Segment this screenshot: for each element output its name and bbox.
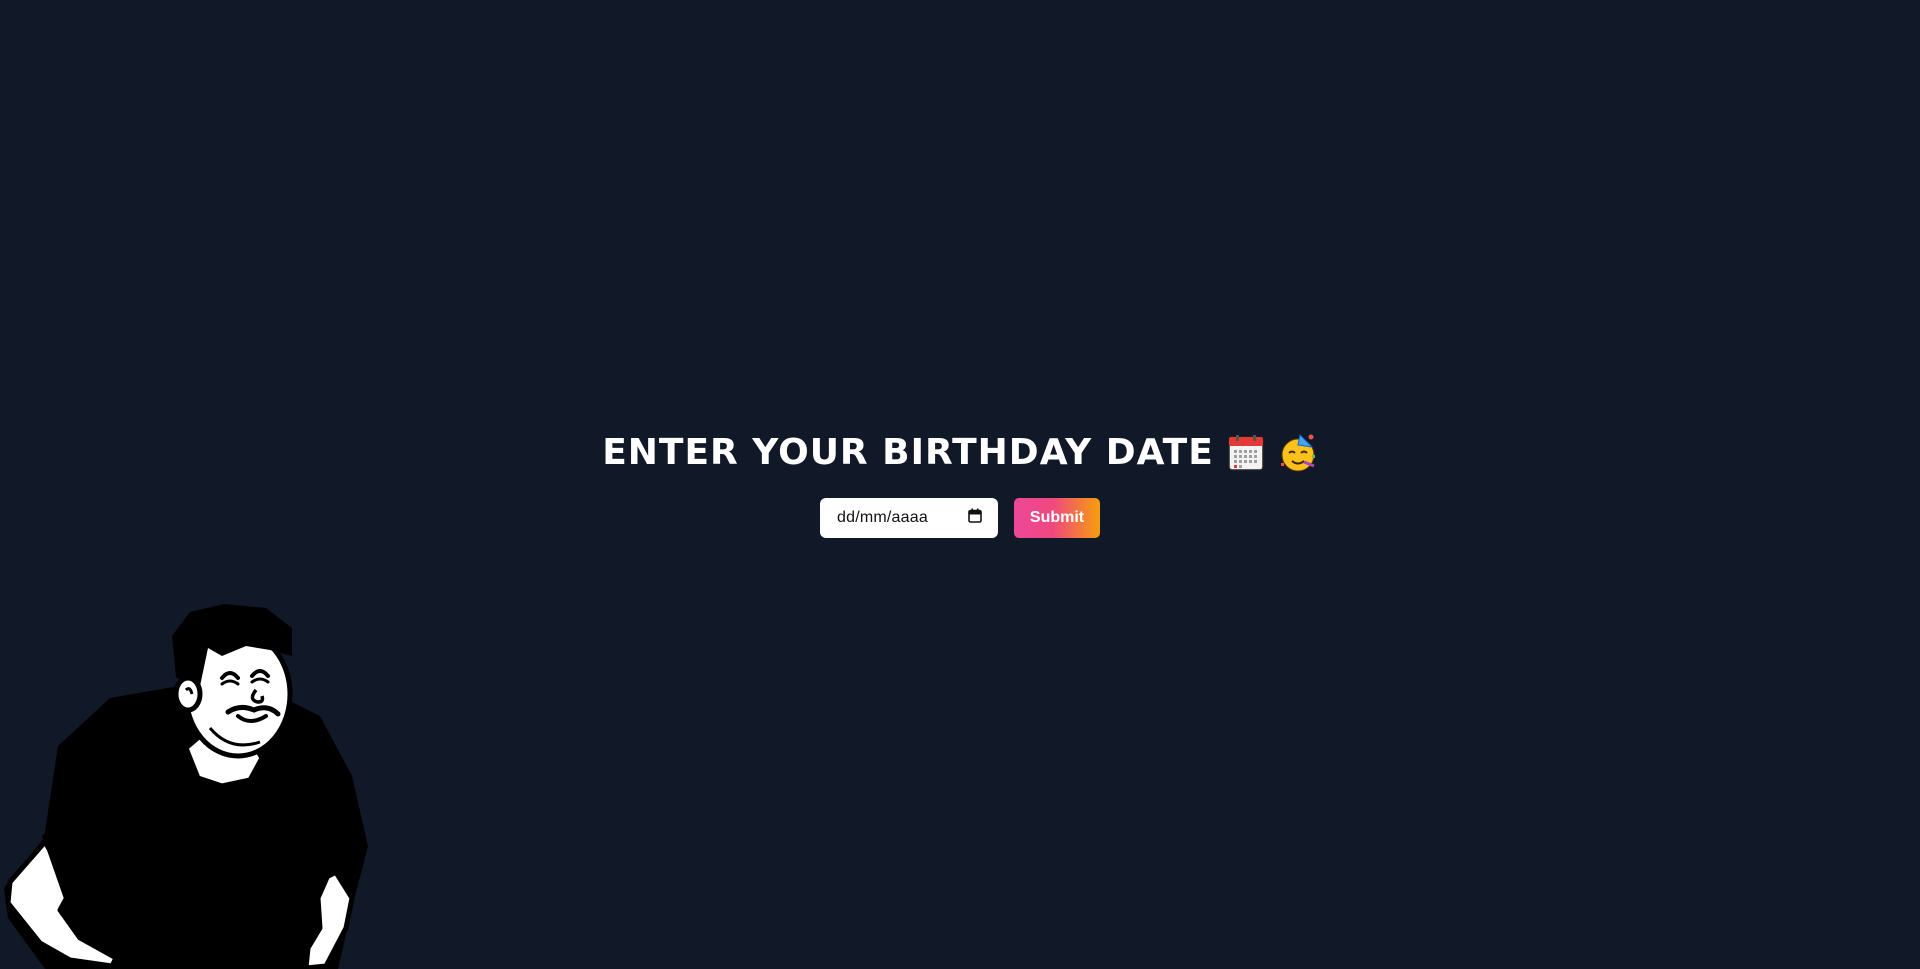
submit-button[interactable]: Submit [1014, 498, 1100, 538]
page: ENTER YOUR BIRTHDAY DATE dd/mm/aaaa Subm… [0, 0, 1920, 969]
birthday-form-section: ENTER YOUR BIRTHDAY DATE dd/mm/aaaa Subm… [0, 428, 1920, 538]
calendar-icon[interactable] [968, 508, 982, 528]
page-title: ENTER YOUR BIRTHDAY DATE [602, 428, 1318, 478]
calendar-emoji-icon [1226, 433, 1266, 473]
date-input-placeholder: dd/mm/aaaa [837, 509, 928, 526]
page-title-text: ENTER YOUR BIRTHDAY DATE [602, 432, 1214, 473]
smiling-man-illustration [4, 604, 368, 969]
birthday-date-input[interactable]: dd/mm/aaaa [820, 498, 998, 538]
partying-face-emoji-icon [1278, 433, 1318, 473]
birthday-form: dd/mm/aaaa Submit [820, 498, 1100, 538]
